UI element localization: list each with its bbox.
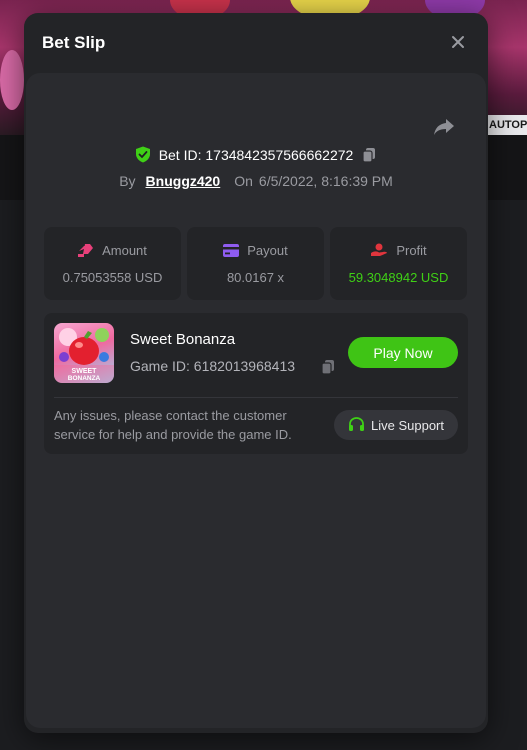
payout-value: 80.0167 x (226, 269, 285, 285)
autoplay-button[interactable]: AUTOPLAY (485, 115, 527, 135)
profit-hand-icon (371, 243, 388, 256)
bet-stats: Amount 0.75053558 USD Payout 80.0167 x P… (44, 227, 467, 300)
bet-author-row: By Bnuggz420 On 6/5/2022, 8:16:39 PM (26, 173, 486, 189)
live-support-label: Live Support (371, 417, 444, 433)
bet-id: Bet ID: 1734842357566662272 (158, 146, 354, 163)
close-icon (452, 36, 464, 48)
share-button[interactable] (432, 117, 456, 137)
game-id: Game ID: 6182013968413 (130, 358, 296, 374)
share-icon (434, 119, 454, 135)
bet-id-row: Bet ID: 1734842357566662272 (26, 146, 486, 163)
modal-title: Bet Slip (42, 33, 106, 52)
game-card: SWEET BONANZA Sweet Bonanza Game ID: 618… (44, 313, 468, 454)
copy-icon (362, 147, 376, 163)
by-label: By (119, 173, 136, 189)
stat-profit: Profit 59.3048942 USD (330, 227, 467, 300)
amount-value: 0.75053558 USD (62, 269, 163, 285)
amount-label: Amount (102, 242, 147, 258)
bg-ball-pink (0, 50, 24, 110)
copy-game-id-button[interactable] (320, 359, 336, 375)
headset-icon (349, 417, 364, 431)
shield-check-icon (135, 146, 150, 163)
profit-value: 59.3048942 USD (348, 269, 449, 285)
amount-icon (78, 244, 94, 257)
bet-slip-content: Bet ID: 1734842357566662272 By Bnuggz420… (26, 73, 486, 728)
support-message: Any issues, please contact the customer … (54, 408, 292, 442)
payout-card-icon (223, 243, 240, 257)
username-link[interactable]: Bnuggz420 (146, 173, 221, 189)
stat-amount: Amount 0.75053558 USD (44, 227, 181, 300)
copy-icon (321, 360, 334, 375)
on-label: On (234, 173, 253, 189)
svg-text:SWEET: SWEET (72, 368, 98, 375)
game-thumbnail[interactable]: SWEET BONANZA (54, 323, 114, 383)
bet-slip-modal: Bet Slip Bet ID: 1734842357566662272 By … (24, 13, 488, 733)
sweet-bonanza-thumbnail-art: SWEET BONANZA (54, 328, 114, 383)
stat-payout: Payout 80.0167 x (187, 227, 324, 300)
profit-label: Profit (396, 242, 427, 258)
divider (54, 397, 458, 398)
live-support-button[interactable]: Live Support (334, 410, 458, 440)
game-name: Sweet Bonanza (130, 331, 236, 348)
copy-bet-id-button[interactable] (361, 147, 377, 163)
close-button[interactable] (448, 32, 468, 52)
svg-text:BONANZA: BONANZA (68, 375, 101, 382)
play-now-button[interactable]: Play Now (348, 337, 458, 368)
payout-label: Payout (247, 242, 288, 258)
bet-timestamp: 6/5/2022, 8:16:39 PM (258, 173, 393, 189)
